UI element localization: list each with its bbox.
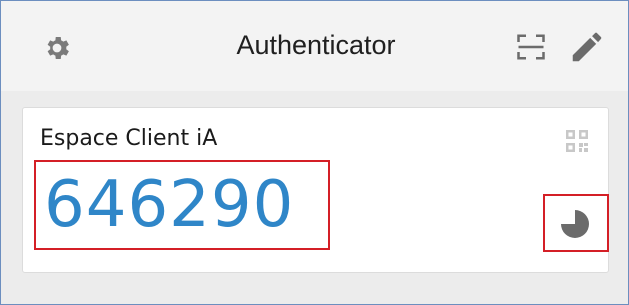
account-card[interactable]: Espace Client iA 646290 [22, 107, 609, 273]
account-name: Espace Client iA [40, 126, 218, 151]
countdown-pie-icon [561, 210, 589, 238]
gear-icon[interactable] [42, 33, 72, 63]
otp-code[interactable]: 646290 [44, 163, 294, 247]
scan-qr-icon[interactable] [516, 32, 546, 62]
app-title: Authenticator [236, 30, 396, 60]
timer-highlight [543, 194, 609, 252]
qr-code-icon[interactable] [565, 129, 589, 153]
authenticator-popup: Authenticator Espace Client iA 646290 [0, 0, 629, 305]
header-bar: Authenticator [1, 1, 628, 91]
otp-highlight: 646290 [34, 160, 330, 250]
timer-pie-slice [561, 210, 589, 238]
pencil-icon[interactable] [568, 28, 606, 66]
